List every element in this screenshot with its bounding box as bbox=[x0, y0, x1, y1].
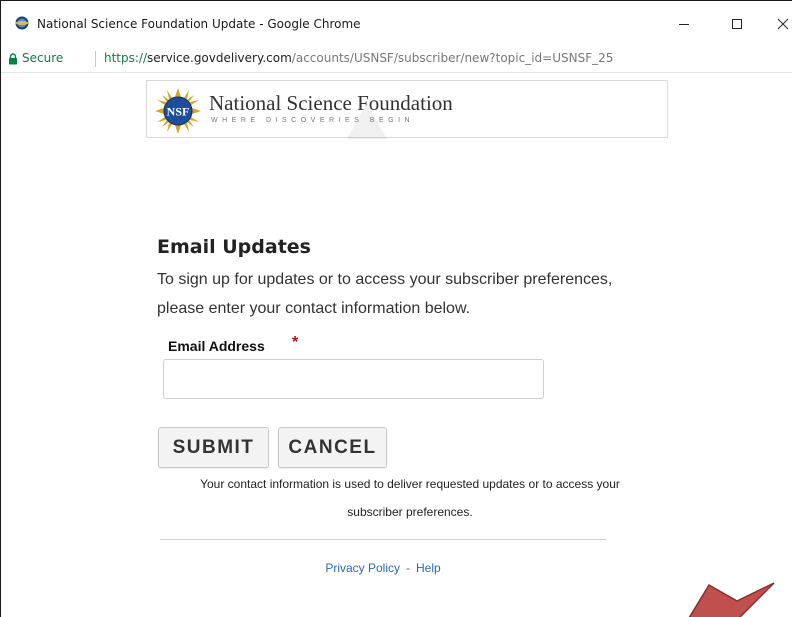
url-scheme: https:// bbox=[104, 51, 148, 65]
url-host: service.govdelivery.com bbox=[147, 51, 292, 65]
intro-text-line1: To sign up for updates or to access your… bbox=[157, 271, 613, 288]
address-bar[interactable]: Secure https://service.govdelivery.com/a… bbox=[1, 45, 792, 73]
submit-button[interactable]: SUBMIT bbox=[158, 427, 269, 468]
url-path: /accounts/USNSF/subscriber/new?topic_id=… bbox=[291, 51, 614, 65]
close-button[interactable] bbox=[763, 9, 792, 39]
minimize-button[interactable] bbox=[664, 9, 704, 39]
lock-icon bbox=[9, 53, 17, 65]
privacy-policy-link[interactable]: Privacy Policy bbox=[325, 561, 400, 575]
intro-text-line2: please enter your contact information be… bbox=[157, 300, 471, 317]
nsf-favicon-icon bbox=[15, 16, 29, 30]
title-bar: National Science Foundation Update - Goo… bbox=[1, 1, 792, 45]
watermark-icon bbox=[347, 103, 387, 139]
footer-links: Privacy Policy - Help bbox=[160, 561, 606, 575]
help-link[interactable]: Help bbox=[416, 561, 441, 575]
close-icon bbox=[777, 18, 789, 30]
privacy-note-line1: Your contact information is used to deli… bbox=[200, 477, 620, 491]
maximize-button[interactable] bbox=[717, 9, 757, 39]
email-label: Email Address bbox=[168, 338, 265, 354]
nsf-logo-text: NSF bbox=[167, 105, 190, 119]
url-text[interactable]: https://service.govdelivery.com/accounts… bbox=[104, 51, 613, 65]
nsf-logo-icon: NSF bbox=[155, 88, 201, 134]
window-title: National Science Foundation Update - Goo… bbox=[37, 17, 361, 31]
browser-window: National Science Foundation Update - Goo… bbox=[0, 0, 792, 617]
cancel-button[interactable]: CANCEL bbox=[278, 427, 387, 468]
maximize-icon bbox=[732, 19, 742, 29]
minimize-icon bbox=[679, 24, 689, 25]
secure-label[interactable]: Secure bbox=[22, 51, 63, 65]
address-separator bbox=[95, 51, 96, 67]
footer-divider bbox=[160, 539, 606, 540]
page-content: NSF National Science Foundation WHERE DI… bbox=[2, 74, 792, 617]
required-indicator: * bbox=[292, 334, 299, 351]
nsf-banner[interactable]: NSF National Science Foundation WHERE DI… bbox=[146, 80, 668, 139]
footer-separator: - bbox=[406, 561, 410, 575]
privacy-note-line2: subscriber preferences. bbox=[347, 505, 473, 519]
org-name: National Science Foundation bbox=[209, 91, 453, 115]
page-title: Email Updates bbox=[157, 236, 311, 258]
annotation-arrow-icon bbox=[688, 582, 775, 617]
email-field[interactable] bbox=[163, 359, 544, 399]
